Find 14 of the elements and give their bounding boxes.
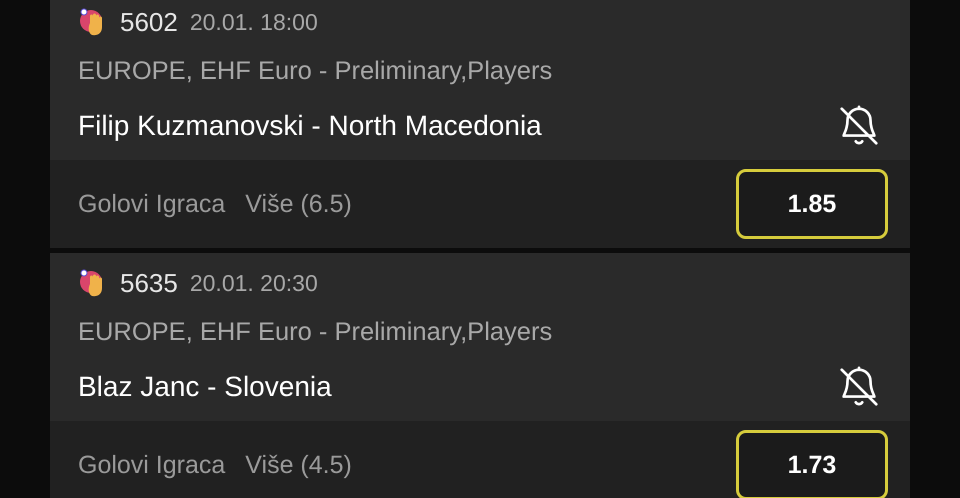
league-name: EUROPE, EHF Euro - Preliminary,Players: [78, 56, 554, 86]
selection-label: Više (6.5): [245, 190, 352, 218]
selection-label: Više (4.5): [245, 450, 352, 478]
league-name: EUROPE, EHF Euro - Preliminary,Players: [78, 316, 554, 348]
event-code: 5635: [120, 268, 178, 298]
odds-button[interactable]: 1.73: [736, 430, 888, 498]
event-time: 20.01. 18:00: [190, 8, 318, 36]
odds-button[interactable]: 1.85: [736, 169, 888, 239]
event-code: 5602: [120, 6, 178, 38]
market-name: Golovi Igraca: [78, 450, 226, 478]
match-name: Filip Kuzmanovski - North Macedonia: [78, 110, 542, 142]
market-name: Golovi Igraca: [78, 190, 226, 218]
match-name: Blaz Janc - Slovenia: [78, 371, 332, 403]
event-time: 20.01. 20:30: [190, 270, 318, 296]
